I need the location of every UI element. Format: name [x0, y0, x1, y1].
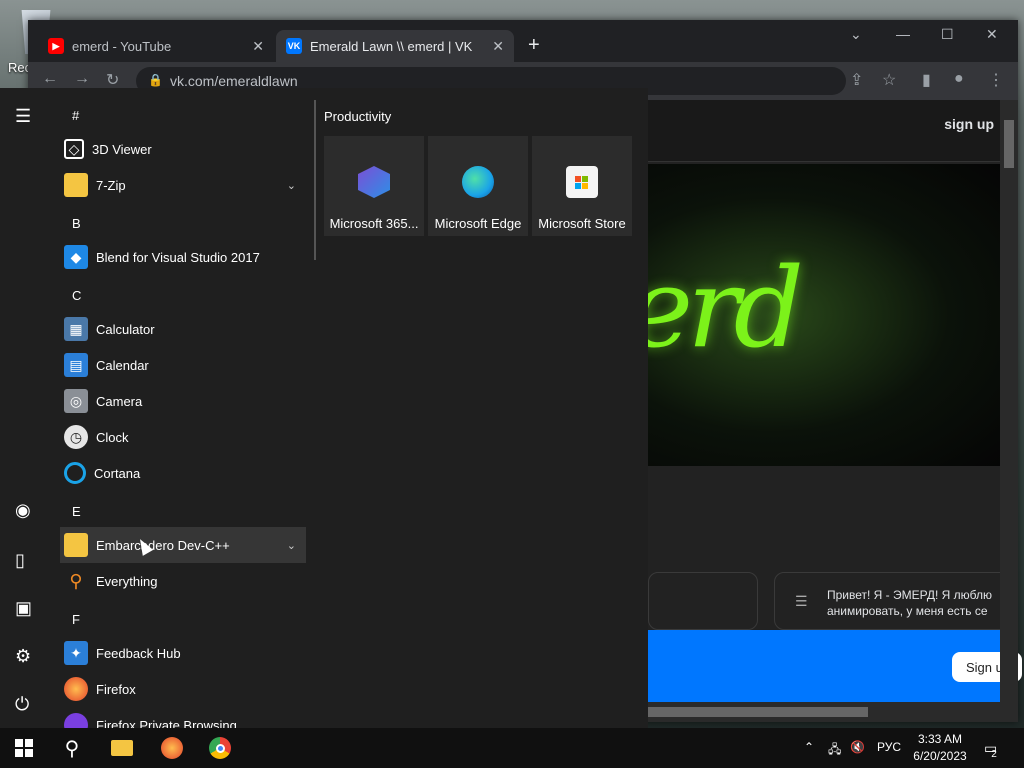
firefox-private-icon	[64, 713, 88, 728]
app-3d-viewer[interactable]: ◇ 3D Viewer	[60, 131, 306, 167]
horizontal-scrollbar[interactable]	[648, 702, 1000, 722]
post-card[interactable]: ☰ Привет! Я - ЭМЕРД! Я люблю анимировать…	[774, 572, 1014, 630]
tab-search-icon[interactable]: ⌄	[850, 26, 862, 43]
forward-icon[interactable]: →	[74, 70, 90, 88]
show-hidden-icons-chevron-icon[interactable]: ⌃	[804, 740, 814, 754]
app-clock[interactable]: ◷ Clock	[60, 419, 306, 455]
tab-title: emerd - YouTube	[72, 38, 172, 54]
cortana-icon	[64, 462, 86, 484]
signup-banner	[648, 630, 1000, 702]
vk-icon: VK	[286, 38, 302, 54]
settings-gear-icon[interactable]: ⚙	[15, 646, 31, 667]
chevron-down-icon: ⌄	[286, 179, 296, 192]
url-text: vk.com/emeraldlawn	[170, 73, 298, 89]
scroll-thumb[interactable]	[648, 707, 868, 717]
letter-header[interactable]: F	[72, 612, 80, 627]
close-tab-icon[interactable]: ✕	[492, 38, 504, 55]
camera-icon: ◎	[64, 389, 88, 413]
volume-muted-icon[interactable]: 🔇	[850, 740, 865, 754]
magnifier-icon: ⚲	[69, 570, 83, 591]
letter-header[interactable]: #	[72, 108, 79, 123]
taskbar: ⚲ ⌃ 🖧 🔇 РУС 3:33 AM 6/20/2023 ▭2	[0, 728, 1024, 768]
calculator-icon: ▦	[64, 317, 88, 341]
tile-microsoft-edge[interactable]: Microsoft Edge	[428, 136, 528, 236]
tile-microsoft-365[interactable]: Microsoft 365...	[324, 136, 424, 236]
sign-up-link[interactable]: sign up	[944, 116, 994, 132]
app-feedback-hub[interactable]: ✦ Feedback Hub	[60, 635, 306, 671]
profile-banner: erd	[648, 164, 1000, 466]
pictures-icon[interactable]: ▣	[15, 598, 32, 619]
app-7-zip[interactable]: 7-Zip ⌄	[60, 167, 306, 203]
store-icon	[566, 166, 598, 198]
user-icon[interactable]: ◉	[15, 500, 31, 521]
app-camera[interactable]: ◎ Camera	[60, 383, 306, 419]
banner-logo: erd	[648, 244, 804, 372]
scroll-indicator[interactable]	[314, 100, 316, 260]
document-icon[interactable]: ▯	[15, 550, 25, 571]
feedback-icon: ✦	[64, 641, 88, 665]
start-menu: ☰ ◉ ▯ ▣ ⚙ ⏻ # ◇ 3D Viewer 7-Zip ⌄ B ◆ Blend…	[0, 88, 648, 728]
clock[interactable]: 3:33 AM 6/20/2023	[900, 731, 980, 765]
letter-header[interactable]: C	[72, 288, 81, 303]
search-icon[interactable]: ⚲	[52, 734, 92, 762]
new-tab-button[interactable]: +	[528, 34, 540, 57]
side-panel-icon[interactable]: ▮	[922, 70, 931, 90]
app-firefox[interactable]: Firefox	[60, 671, 306, 707]
letter-header[interactable]: B	[72, 216, 81, 231]
tab-strip: ▶ emerd - YouTube ✕ VK Emerald Lawn \\ e…	[28, 20, 1018, 62]
language-indicator[interactable]: РУС	[877, 740, 901, 754]
close-window-button[interactable]: ✕	[986, 26, 998, 43]
microsoft-365-icon	[358, 166, 390, 198]
folder-icon	[64, 533, 88, 557]
lock-icon: 🔒	[148, 73, 163, 87]
post-text: Привет! Я - ЭМЕРД! Я люблю анимировать, …	[827, 588, 992, 618]
notification-center-icon[interactable]: ▭2	[984, 740, 1003, 760]
tab-title: Emerald Lawn \\ emerd | VK	[310, 38, 473, 54]
firefox-icon	[64, 677, 88, 701]
letter-header[interactable]: E	[72, 504, 81, 519]
bookmark-star-icon[interactable]: ☆	[882, 70, 896, 90]
minimize-button[interactable]: —	[896, 26, 910, 42]
app-everything[interactable]: ⚲ Everything	[60, 563, 306, 599]
app-cortana[interactable]: Cortana	[60, 455, 306, 491]
back-icon[interactable]: ←	[42, 70, 58, 88]
start-rail: ☰ ◉ ▯ ▣ ⚙ ⏻	[0, 88, 50, 728]
cube-icon: ◇	[64, 139, 84, 159]
tile-microsoft-store[interactable]: Microsoft Store	[532, 136, 632, 236]
tab-youtube[interactable]: ▶ emerd - YouTube ✕	[38, 30, 274, 62]
chrome-taskbar-icon[interactable]	[200, 734, 240, 762]
share-icon[interactable]: ⇪	[850, 70, 863, 90]
hamburger-icon[interactable]: ☰	[15, 106, 31, 127]
menu-kebab-icon[interactable]: ⋮	[988, 70, 1004, 90]
profile-icon[interactable]: ●	[954, 70, 964, 88]
app-blend[interactable]: ◆ Blend for Visual Studio 2017	[60, 239, 306, 275]
app-embarcadero-dev-cpp[interactable]: Embarcadero Dev-C++ ⌄	[60, 527, 306, 563]
network-icon[interactable]: 🖧	[828, 740, 841, 761]
power-icon[interactable]: ⏻	[15, 694, 29, 715]
clock-icon: ◷	[64, 425, 88, 449]
info-card	[648, 572, 758, 630]
windows-start-icon[interactable]	[4, 734, 44, 762]
vk-header: sign up	[648, 100, 1000, 162]
tile-group-title[interactable]: Productivity	[324, 109, 391, 124]
folder-icon	[64, 173, 88, 197]
app-list: # ◇ 3D Viewer 7-Zip ⌄ B ◆ Blend for Visual …	[60, 88, 310, 728]
close-tab-icon[interactable]: ✕	[252, 38, 264, 55]
vertical-scrollbar[interactable]	[1000, 100, 1018, 722]
app-firefox-private[interactable]: Firefox Private Browsing	[60, 707, 306, 728]
blend-icon: ◆	[64, 245, 88, 269]
youtube-icon: ▶	[48, 38, 64, 54]
chevron-down-icon: ⌄	[286, 539, 296, 552]
calendar-icon: ▤	[64, 353, 88, 377]
scroll-thumb[interactable]	[1004, 120, 1014, 168]
app-calculator[interactable]: ▦ Calculator	[60, 311, 306, 347]
tab-vk[interactable]: VK Emerald Lawn \\ emerd | VK ✕	[276, 30, 514, 62]
app-calendar[interactable]: ▤ Calendar	[60, 347, 306, 383]
edge-icon	[462, 166, 494, 198]
maximize-button[interactable]: ☐	[941, 26, 954, 43]
text-lines-icon: ☰	[795, 593, 808, 609]
file-explorer-icon[interactable]	[102, 734, 142, 762]
reload-icon[interactable]: ↻	[106, 70, 119, 90]
firefox-taskbar-icon[interactable]	[152, 734, 192, 762]
